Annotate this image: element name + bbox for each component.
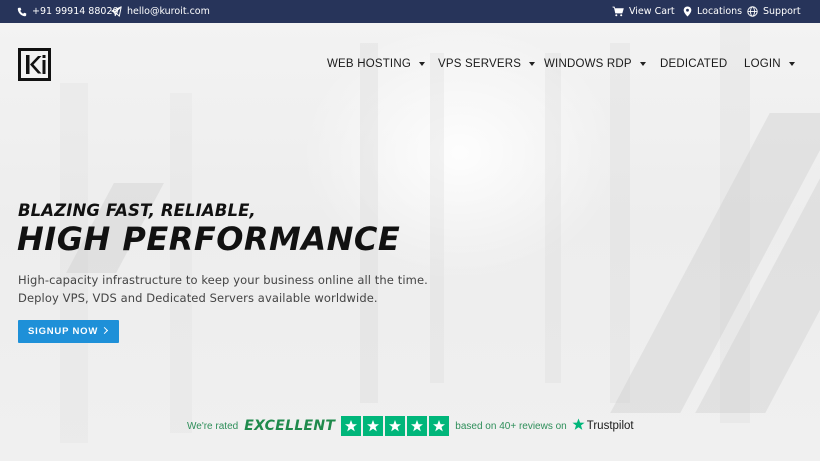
bg-column <box>610 43 630 403</box>
nav-label: WINDOWS RDP <box>544 58 632 70</box>
nav-windows-rdp[interactable]: WINDOWS RDP <box>544 55 646 73</box>
phone-link[interactable]: +91 99914 88020 <box>17 0 119 23</box>
phone-icon <box>17 7 27 17</box>
rated-text: We're rated <box>187 420 239 432</box>
nav-label: VPS SERVERS <box>438 58 522 70</box>
nav-dedicated[interactable]: DEDICATED <box>660 55 727 73</box>
trustpilot-logo[interactable]: Trustpilot <box>572 418 634 434</box>
nav-label: WEB HOSTING <box>327 58 411 70</box>
kuroit-logo[interactable] <box>18 48 51 81</box>
caret-down-icon <box>418 62 425 66</box>
bg-column <box>170 93 192 433</box>
locations-link[interactable]: Locations <box>683 0 742 23</box>
star-icon <box>363 416 384 436</box>
support-label: Support <box>763 6 801 17</box>
hero-subheading: BLAZING FAST, RELIABLE, <box>18 201 256 220</box>
phone-number: +91 99914 88020 <box>32 6 119 17</box>
trustpilot-brand: Trustpilot <box>586 420 634 432</box>
cart-icon <box>612 6 624 17</box>
rating-word: EXCELLENT <box>244 418 336 434</box>
view-cart-link[interactable]: View Cart <box>612 0 675 23</box>
nav-label: LOGIN <box>744 58 781 70</box>
caret-down-icon <box>529 62 536 66</box>
support-link[interactable]: Support <box>747 0 801 23</box>
hero-heading: HIGH PERFORMANCE <box>17 220 401 258</box>
nav-login[interactable]: LOGIN <box>744 55 795 73</box>
locations-label: Locations <box>697 6 743 17</box>
star-icon <box>385 416 406 436</box>
globe-icon <box>747 6 758 17</box>
nav-vps-servers[interactable]: VPS SERVERS <box>438 55 536 73</box>
bg-column <box>430 53 444 383</box>
view-cart-label: View Cart <box>629 6 675 17</box>
trustpilot-star-icon <box>572 418 585 434</box>
email-address: hello@kuroit.com <box>127 6 210 17</box>
email-link[interactable]: hello@kuroit.com <box>111 0 210 23</box>
bg-column <box>545 53 561 383</box>
signup-now-button[interactable]: SIGNUP NOW <box>18 320 119 343</box>
signup-label: SIGNUP NOW <box>28 326 99 337</box>
paper-plane-icon <box>111 6 122 17</box>
nav-web-hosting[interactable]: WEB HOSTING <box>327 55 425 73</box>
star-rating <box>341 416 450 436</box>
nav-label: DEDICATED <box>660 58 728 70</box>
star-icon <box>407 416 428 436</box>
map-pin-icon <box>683 6 692 17</box>
chevron-right-icon <box>100 326 109 335</box>
top-bar: +91 99914 88020 hello@kuroit.com View Ca… <box>0 0 820 23</box>
reviews-text: based on 40+ reviews on <box>455 420 567 432</box>
star-icon <box>429 416 450 436</box>
hero-description-line1: High-capacity infrastructure to keep you… <box>18 273 428 287</box>
trustpilot-rating[interactable]: We're rated EXCELLENT based on 40+ revie… <box>187 416 634 436</box>
caret-down-icon <box>639 62 646 66</box>
hero-description-line2: Deploy VPS, VDS and Dedicated Servers av… <box>18 291 378 305</box>
star-icon <box>341 416 362 436</box>
caret-down-icon <box>788 62 795 66</box>
